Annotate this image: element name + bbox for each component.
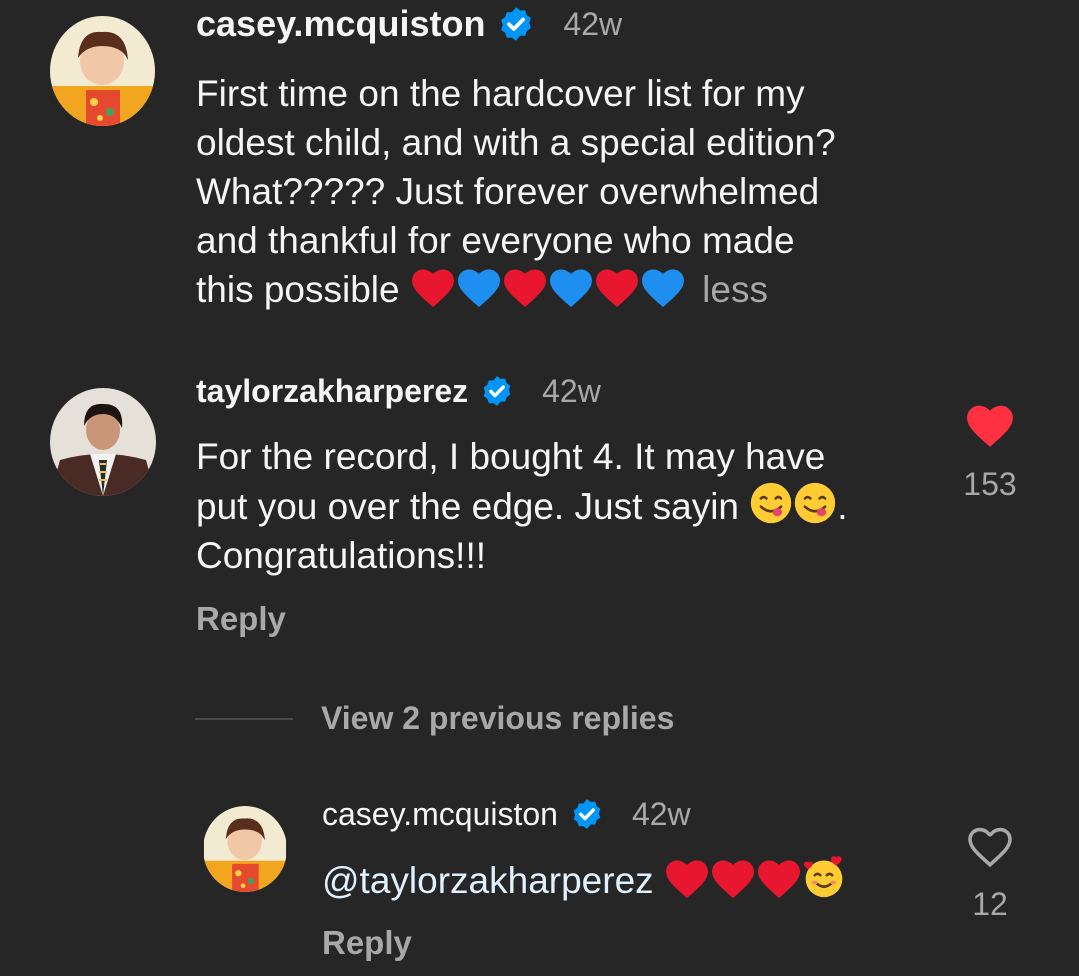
avatar[interactable] (50, 388, 156, 496)
comment-line: For the record, I bought 4. It may have (196, 436, 826, 477)
yum-face-icon (749, 481, 793, 525)
comment-line-text: put you over the edge. Just sayin (196, 486, 740, 527)
comment-time: 42w (631, 795, 691, 832)
comment-line: oldest child, and with a special edition… (196, 122, 836, 163)
like-count: 153 (963, 466, 1017, 502)
comment-time: 42w (563, 5, 623, 42)
like-control: 153 (950, 404, 1030, 503)
blue-heart-icon (548, 268, 594, 308)
comment-line: What????? Just forever overwhelmed (196, 171, 820, 212)
comment-line: Congratulations!!! (196, 535, 487, 576)
yum-face-icon (793, 481, 837, 525)
reply-button[interactable]: Reply (196, 600, 286, 638)
view-previous-replies[interactable]: View 2 previous replies (195, 700, 674, 737)
blue-heart-icon (456, 268, 502, 308)
comment-line: put you over the edge. Just sayin . (196, 481, 848, 531)
red-heart-icon (502, 268, 548, 308)
username[interactable]: taylorzakharperez (196, 373, 468, 410)
view-replies-label[interactable]: View 2 previous replies (321, 700, 674, 737)
avatar[interactable] (50, 16, 155, 126)
mention-link[interactable]: @taylorzakharperez (322, 860, 654, 901)
divider (195, 717, 293, 720)
heart-filled-icon[interactable] (950, 404, 1030, 448)
heart-outline-icon[interactable] (950, 826, 1030, 868)
comment-line-last: this possible less (196, 265, 836, 314)
reply-button[interactable]: Reply (322, 924, 412, 962)
like-control: 12 (950, 826, 1030, 923)
red-heart-icon (664, 859, 710, 899)
comment-line-suffix: . (837, 486, 848, 527)
comment-time: 42w (542, 372, 601, 409)
like-count: 12 (972, 886, 1008, 922)
username[interactable]: casey.mcquiston (322, 796, 558, 833)
red-heart-icon (410, 268, 456, 308)
verified-badge-icon (497, 5, 535, 43)
comment-line: and thankful for everyone who made (196, 220, 795, 261)
blue-heart-icon (640, 268, 686, 308)
red-heart-icon (594, 268, 640, 308)
red-heart-icon (710, 859, 756, 899)
red-heart-icon (756, 859, 802, 899)
comment-text: First time on the hardcover list for my … (196, 69, 836, 314)
verified-badge-icon (480, 374, 514, 408)
smiling-face-with-hearts-icon (802, 855, 846, 899)
comment-line: First time on the hardcover list for my (196, 73, 805, 114)
comment-line: this possible (196, 269, 400, 310)
avatar[interactable] (203, 806, 287, 892)
comment-text: @taylorzakharperez (322, 855, 846, 905)
comment-text: For the record, I bought 4. It may have … (196, 432, 848, 580)
username[interactable]: casey.mcquiston (196, 3, 485, 45)
verified-badge-icon (570, 797, 604, 831)
less-link[interactable]: less (702, 269, 768, 310)
